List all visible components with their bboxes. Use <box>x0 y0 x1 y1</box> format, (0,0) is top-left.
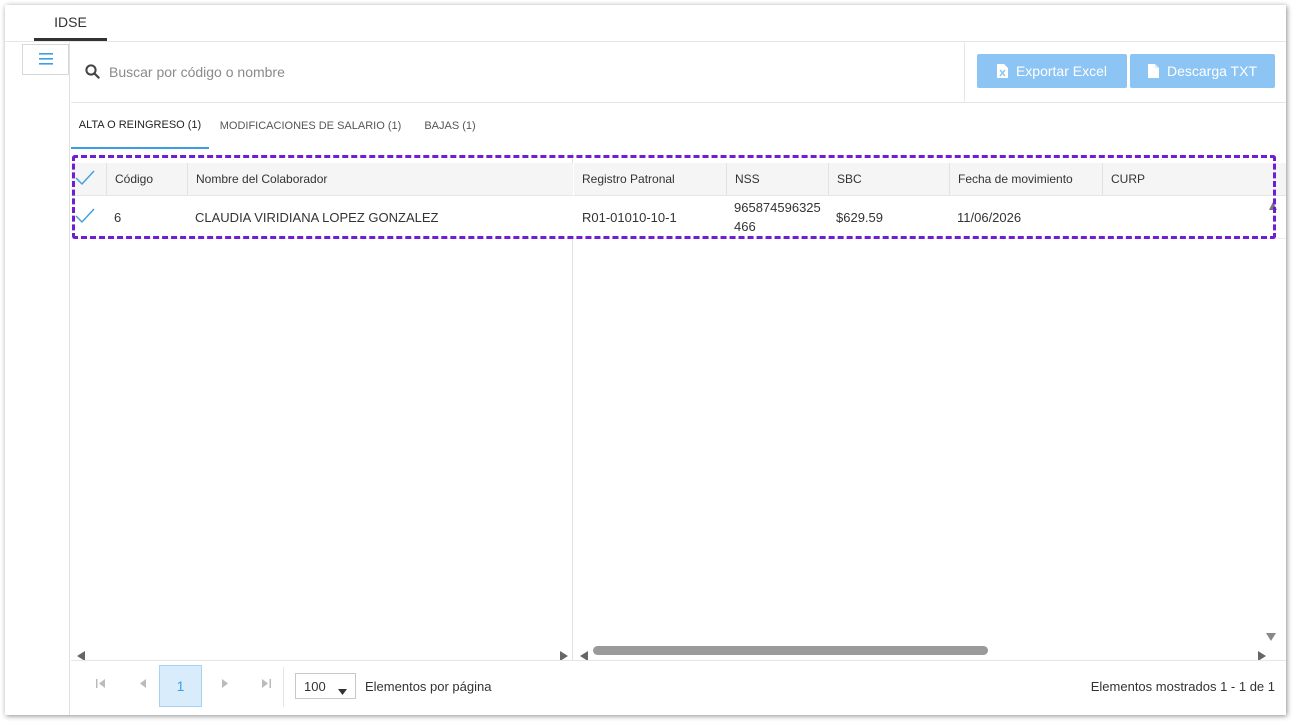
select-all-checkbox[interactable] <box>71 163 107 195</box>
column-header-nombre[interactable]: Nombre del Colaborador <box>187 163 573 195</box>
search-icon <box>85 64 101 80</box>
cell-codigo: 6 <box>114 209 122 225</box>
pager-info: Elementos mostrados 1 - 1 de 1 <box>1090 678 1275 694</box>
column-header-codigo[interactable]: Código <box>106 163 188 195</box>
table-row[interactable]: 6 CLAUDIA VIRIDIANA LOPEZ GONZALEZ <box>71 196 573 239</box>
check-icon <box>75 208 95 227</box>
page-size-select[interactable]: 100 <box>295 673 356 699</box>
movements-grid: Código Nombre del Colaborador 6 CLAUDIA … <box>71 153 1286 661</box>
grid-scroll-pane: Registro Patronal NSS SBC Fecha de movim… <box>574 153 1286 661</box>
page-size-label: Elementos por página <box>365 678 492 694</box>
table-row[interactable]: R01-01010-10-1 965874596325 466 $629.59 … <box>574 196 1286 239</box>
toolbar-divider <box>964 42 965 103</box>
pager-divider <box>283 667 284 707</box>
nss-line-1: 965874596325 <box>734 200 821 215</box>
column-header-registro-patronal[interactable]: Registro Patronal <box>574 163 726 195</box>
scroll-up-arrow[interactable] <box>1269 197 1277 215</box>
left-rail <box>5 42 70 715</box>
excel-file-icon <box>996 64 1008 78</box>
check-icon <box>75 170 95 189</box>
grid-header-row: Código Nombre del Colaborador <box>71 163 573 196</box>
tab-modificaciones-salario[interactable]: MODIFICACIONES DE SALARIO (1) <box>219 103 402 149</box>
page-size-value: 100 <box>304 678 326 694</box>
app-frame: IDSE Exportar Excel Descarga TXT ALTA <box>5 5 1286 715</box>
horizontal-scrollbar-thumb[interactable] <box>593 646 988 655</box>
file-icon <box>1148 64 1159 78</box>
tab-alta-reingreso[interactable]: ALTA O REINGRESO (1) <box>71 103 209 149</box>
tab-idse[interactable]: IDSE <box>34 5 107 41</box>
download-txt-label: Descarga TXT <box>1167 63 1257 79</box>
first-page-icon[interactable] <box>89 661 111 705</box>
previous-page-icon[interactable] <box>131 661 153 705</box>
last-page-icon[interactable] <box>255 661 277 705</box>
column-header-curp[interactable]: CURP <box>1102 163 1286 195</box>
hamburger-icon <box>38 50 53 70</box>
export-excel-label: Exportar Excel <box>1015 63 1108 79</box>
nss-line-2: 466 <box>734 219 756 234</box>
search-toolbar: Exportar Excel Descarga TXT <box>71 42 1286 103</box>
column-header-nss[interactable]: NSS <box>726 163 828 195</box>
movement-tabs: ALTA O REINGRESO (1) MODIFICACIONES DE S… <box>71 103 1286 149</box>
menu-toggle-button[interactable] <box>22 44 69 75</box>
search-input[interactable] <box>109 57 889 87</box>
cell-curp <box>1102 196 1286 238</box>
tab-bajas[interactable]: BAJAS (1) <box>415 103 485 149</box>
row-checkbox[interactable] <box>71 196 107 238</box>
chevron-down-icon <box>338 683 347 698</box>
cell-sbc: $629.59 <box>836 209 883 225</box>
scroll-down-arrow[interactable] <box>1266 628 1276 646</box>
pagination-bar: 1 100 Elementos por página Elementos mos… <box>71 660 1286 715</box>
cell-registro-patronal: R01-01010-10-1 <box>582 209 677 225</box>
next-page-icon[interactable] <box>214 661 236 705</box>
page-number-button[interactable]: 1 <box>159 665 202 707</box>
download-txt-button[interactable]: Descarga TXT <box>1130 54 1275 88</box>
column-header-fecha[interactable]: Fecha de movimiento <box>949 163 1102 195</box>
cell-nss: 965874596325 466 <box>726 196 828 238</box>
grid-header-row: Registro Patronal NSS SBC Fecha de movim… <box>574 163 1286 196</box>
export-excel-button[interactable]: Exportar Excel <box>977 54 1127 88</box>
cell-fecha: 11/06/2026 <box>957 209 1022 225</box>
grid-frozen-pane: Código Nombre del Colaborador 6 CLAUDIA … <box>71 153 573 661</box>
module-tab-bar: IDSE <box>5 5 1286 42</box>
cell-nombre: CLAUDIA VIRIDIANA LOPEZ GONZALEZ <box>195 209 439 225</box>
column-header-sbc[interactable]: SBC <box>828 163 949 195</box>
